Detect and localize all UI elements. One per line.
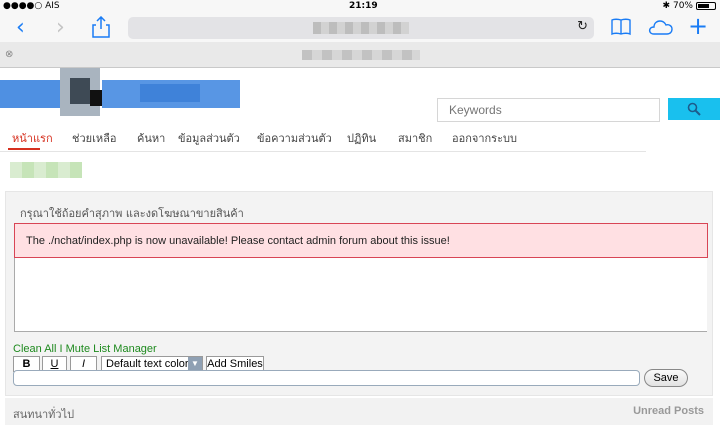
tab-title[interactable] — [302, 50, 420, 60]
search-input[interactable] — [437, 98, 660, 122]
nav-item-search[interactable]: ค้นหา — [137, 129, 165, 147]
forum-section-bar: สนทนาทั่วไป Unread Posts — [5, 398, 713, 425]
mute-list-link[interactable]: Mute List Manager — [66, 343, 157, 355]
chat-messages-area[interactable]: The ./nchat/index.php is now unavailable… — [14, 223, 708, 332]
nav-item-help[interactable]: ช่วยเหลือ — [72, 129, 116, 147]
battery-indicator: ✱ 70% — [662, 1, 716, 11]
bookmarks-icon[interactable] — [611, 17, 631, 42]
share-icon[interactable] — [92, 15, 110, 43]
cloud-tabs-icon[interactable] — [648, 17, 674, 42]
close-tab-icon[interactable]: ⊗ — [5, 49, 13, 60]
nav-item-calendar[interactable]: ปฏิทิน — [347, 129, 376, 147]
nav-item-home[interactable]: หน้าแรก — [12, 129, 53, 147]
status-bar: ●●●●○ AIS 21:19 ✱ 70% — [0, 0, 720, 14]
chevron-down-icon: ▼ — [188, 357, 202, 371]
nav-item-logout[interactable]: ออกจากระบบ — [452, 129, 517, 147]
nav-item-members[interactable]: สมาชิก — [398, 129, 432, 147]
link-separator: I — [59, 343, 63, 355]
chevron-right-icon[interactable]: › — [56, 17, 65, 39]
message-input[interactable] — [13, 370, 640, 386]
new-tab-icon[interactable]: + — [688, 14, 708, 38]
error-alert: The ./nchat/index.php is now unavailable… — [14, 223, 708, 258]
battery-icon — [696, 2, 716, 10]
search-icon — [687, 102, 701, 116]
address-bar[interactable]: ↻ — [128, 17, 594, 39]
chevron-left-icon[interactable]: ‹ — [16, 17, 25, 39]
main-nav: หน้าแรก ช่วยเหลือ ค้นหา ข้อมูลส่วนตัว ข้… — [0, 124, 646, 152]
reload-icon[interactable]: ↻ — [577, 19, 588, 34]
text-color-value: Default text color — [106, 358, 189, 370]
nav-item-messages[interactable]: ข้อความส่วนตัว — [257, 129, 332, 147]
nav-active-indicator — [8, 148, 40, 150]
chat-links: Clean All I Mute List Manager — [13, 343, 157, 355]
panel-title: กรุณาใช้ถ้อยคำสุภาพ และงดโฆษณาขายสินค้า — [20, 207, 244, 220]
browser-toolbar: ‹ › ↻ + — [0, 14, 720, 42]
breadcrumb[interactable] — [10, 162, 82, 178]
tab-bar: ⊗ — [0, 42, 720, 68]
section-title[interactable]: สนทนาทั่วไป — [13, 405, 74, 423]
search-button[interactable] — [668, 98, 720, 120]
site-logo[interactable] — [0, 68, 240, 116]
bluetooth-icon: ✱ — [662, 1, 670, 11]
clean-all-link[interactable]: Clean All — [13, 343, 56, 355]
battery-percent: 70% — [672, 1, 693, 11]
clock: 21:19 — [349, 1, 378, 11]
unread-posts-link[interactable]: Unread Posts — [633, 405, 704, 417]
save-button[interactable]: Save — [644, 369, 688, 387]
url-text — [313, 22, 409, 34]
carrier-signal: ●●●●○ AIS — [3, 1, 60, 11]
nav-item-profile[interactable]: ข้อมูลส่วนตัว — [178, 129, 240, 147]
